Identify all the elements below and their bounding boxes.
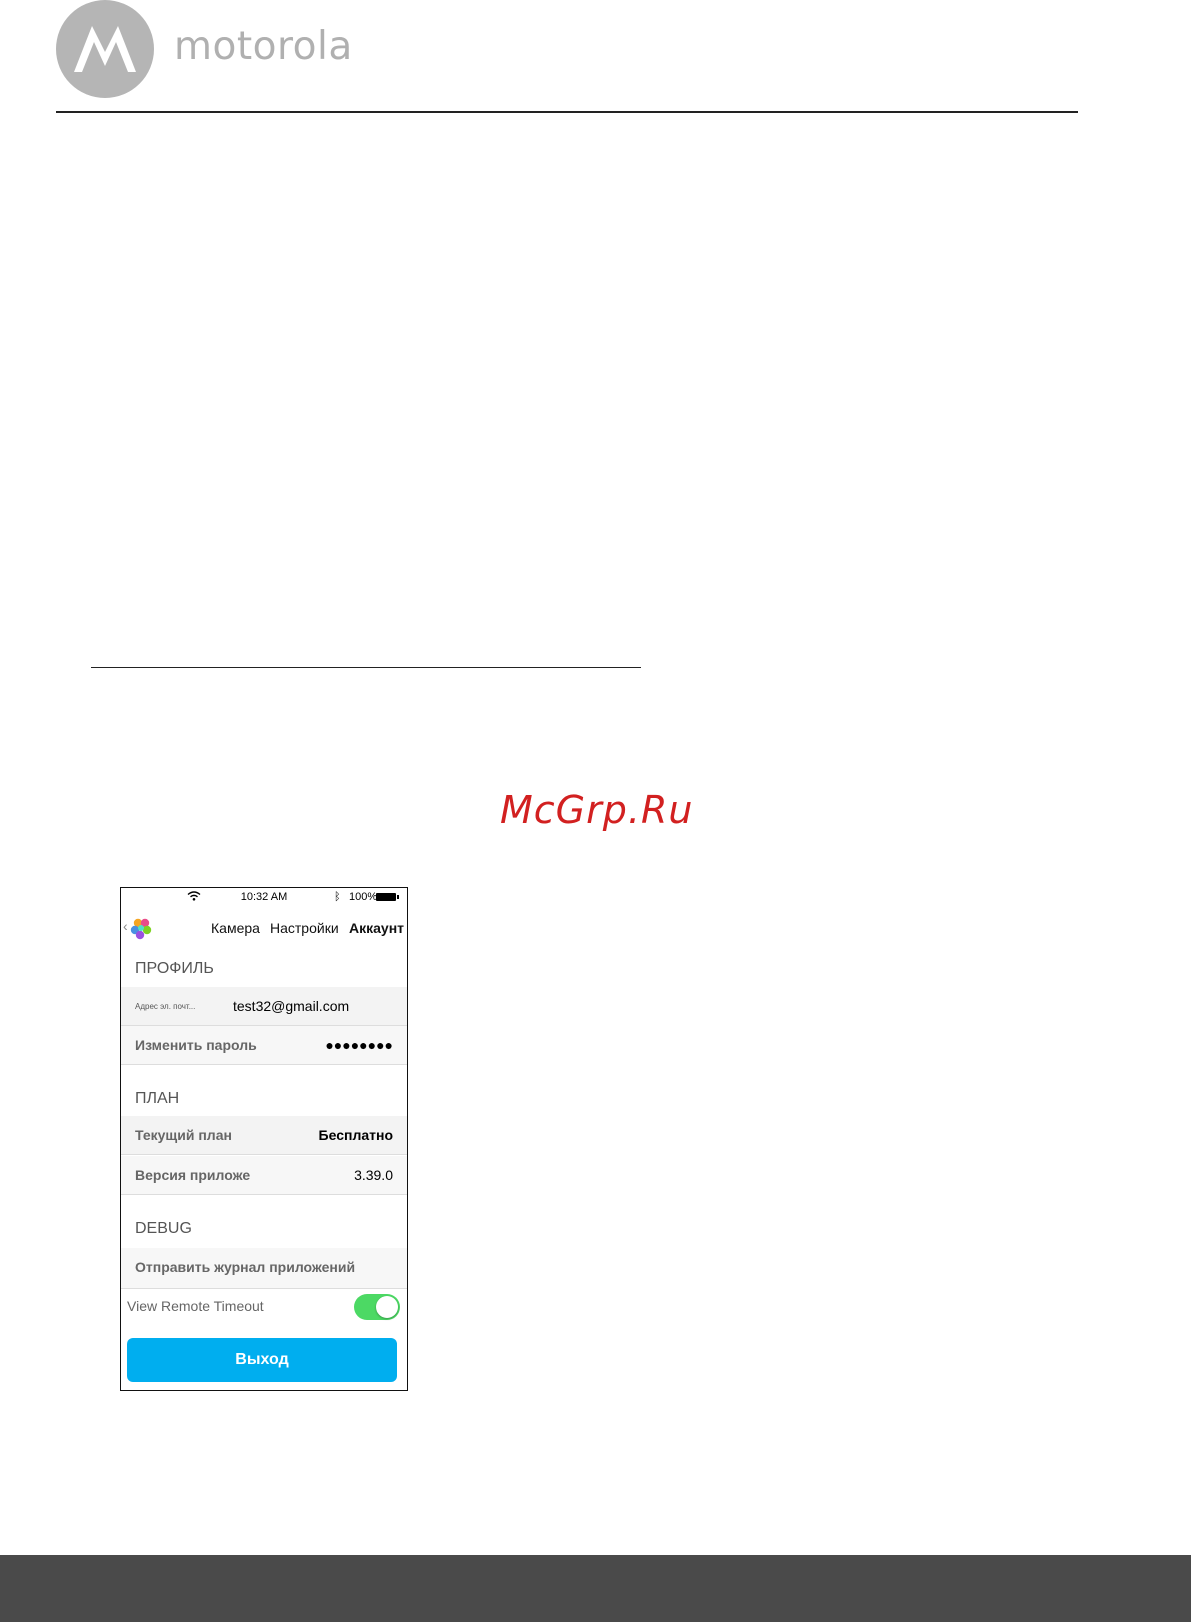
profile-section-title: ПРОФИЛЬ — [135, 960, 214, 977]
brand-name: motorola — [174, 24, 353, 69]
motorola-logo-icon — [56, 0, 154, 98]
battery-icon — [376, 893, 399, 901]
watermark: McGrp.Ru — [500, 788, 694, 832]
tab-camera[interactable]: Камера — [211, 920, 260, 936]
send-log-label: Отправить журнал приложений — [135, 1259, 356, 1275]
tab-settings[interactable]: Настройки — [270, 920, 339, 936]
email-label: Адрес эл. почт... — [135, 1002, 196, 1011]
logout-button[interactable]: Выход — [127, 1338, 397, 1382]
toggle-knob — [376, 1296, 398, 1318]
remote-timeout-toggle[interactable] — [354, 1294, 400, 1320]
send-log-row[interactable]: Отправить журнал приложений — [121, 1248, 407, 1289]
change-password-row[interactable]: Изменить пароль ●●●●●●●● — [121, 1026, 407, 1065]
footer-bar — [0, 1555, 1191, 1622]
change-password-label: Изменить пароль — [135, 1037, 257, 1053]
email-value: test32@gmail.com — [233, 998, 350, 1014]
current-plan-value: Бесплатно — [318, 1127, 393, 1143]
app-version-row: Версия приложе 3.39.0 — [121, 1156, 407, 1195]
remote-timeout-row: View Remote Timeout — [121, 1290, 407, 1322]
debug-section-title: DEBUG — [135, 1220, 192, 1237]
plan-section-title: ПЛАН — [135, 1090, 180, 1107]
email-row[interactable]: Адрес эл. почт... test32@gmail.com — [121, 987, 407, 1026]
nav-bar: ‹ Камера Настройки Аккаунт — [121, 910, 407, 944]
bluetooth-icon: ᛒ — [334, 891, 341, 903]
app-version-value: 3.39.0 — [354, 1167, 393, 1183]
app-version-label: Версия приложе — [135, 1167, 251, 1183]
password-value: ●●●●●●●● — [325, 1037, 393, 1053]
section-divider — [91, 667, 641, 668]
current-plan-row[interactable]: Текущий план Бесплатно — [121, 1116, 407, 1155]
battery-percent: 100% — [349, 891, 378, 903]
header-divider — [56, 111, 1078, 113]
back-chevron-icon[interactable]: ‹ — [123, 918, 128, 934]
remote-timeout-label: View Remote Timeout — [127, 1298, 264, 1314]
status-bar: 10:32 AM ᛒ 100% — [121, 888, 407, 908]
app-logo-icon[interactable] — [129, 916, 153, 940]
current-plan-label: Текущий план — [135, 1127, 232, 1143]
tab-account[interactable]: Аккаунт — [349, 920, 404, 936]
phone-screenshot: 10:32 AM ᛒ 100% ‹ Камера Настройки Аккау… — [120, 887, 408, 1391]
